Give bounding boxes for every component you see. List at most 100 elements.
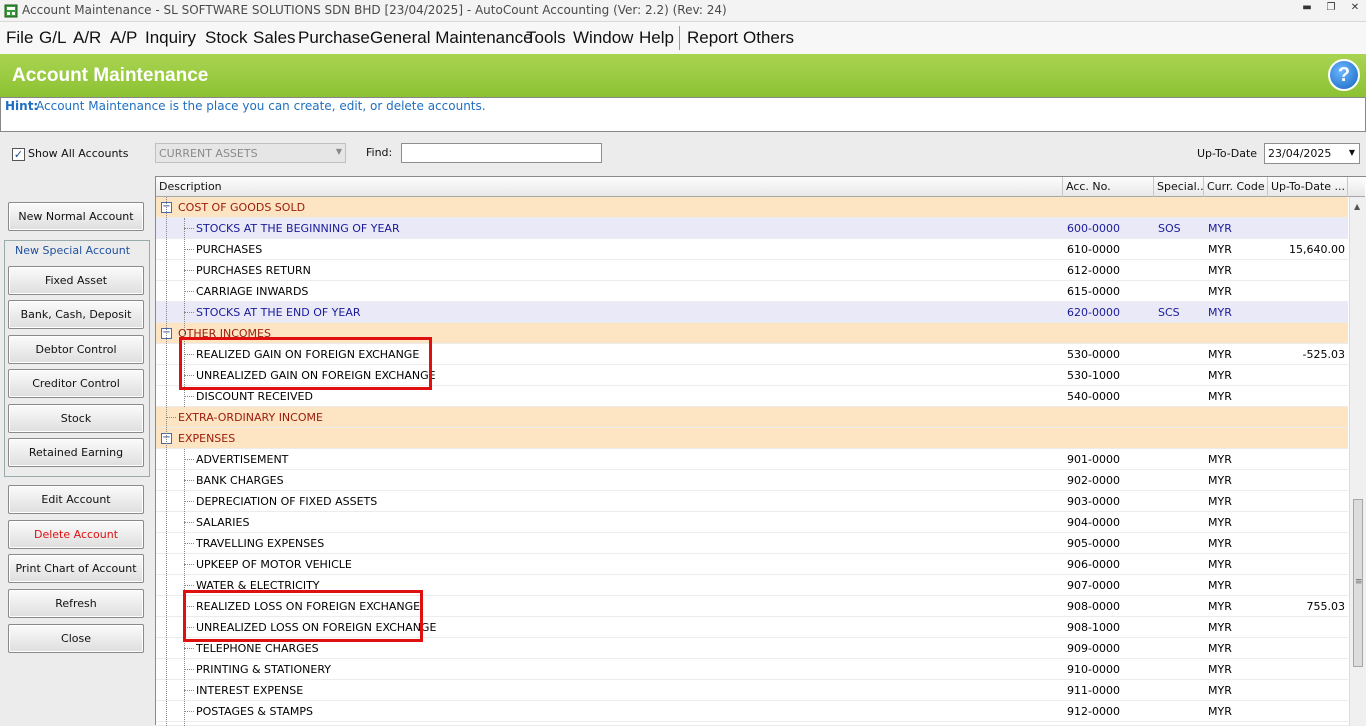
menu-purchase[interactable]: Purchase: [298, 28, 370, 48]
group-row[interactable]: − EXPENSES: [156, 428, 1348, 449]
retained-earning-button[interactable]: Retained Earning: [8, 438, 144, 467]
description-cell: BANK CHARGES: [196, 474, 284, 487]
table-row[interactable]: PRINTING & STATIONERY 910-0000 MYR: [156, 659, 1348, 680]
menu-ap[interactable]: A/P: [110, 28, 137, 48]
curr-code-cell: MYR: [1208, 243, 1232, 256]
chevron-down-icon: ▼: [335, 147, 342, 156]
menu-help[interactable]: Help: [639, 28, 674, 48]
column-header-description[interactable]: Description: [156, 177, 1063, 197]
description-cell: TRAVELLING EXPENSES: [196, 537, 325, 550]
close-icon[interactable]: ✕: [1350, 2, 1360, 13]
curr-code-cell: MYR: [1208, 705, 1232, 718]
table-row[interactable]: DEPRECIATION OF FIXED ASSETS 903-0000 MYR: [156, 491, 1348, 512]
account-tree-grid[interactable]: Description Acc. No. Special... Curr. Co…: [155, 176, 1366, 726]
curr-code-cell: MYR: [1208, 222, 1232, 235]
curr-code-cell: MYR: [1208, 516, 1232, 529]
table-row[interactable]: BANK CHARGES 902-0000 MYR: [156, 470, 1348, 491]
tree-connector: [166, 417, 176, 418]
group-row[interactable]: EXTRA-ORDINARY INCOME: [156, 407, 1348, 428]
minimize-icon[interactable]: ▬: [1302, 2, 1312, 13]
column-header-up-to-date[interactable]: Up-To-Date ...: [1268, 177, 1348, 197]
menu-gl[interactable]: G/L: [39, 28, 66, 48]
acc-no-cell: 909-0000: [1067, 642, 1120, 655]
find-input[interactable]: [401, 143, 602, 163]
show-all-accounts-checkbox[interactable]: ✓: [12, 148, 25, 161]
table-row[interactable]: CARRIAGE INWARDS 615-0000 MYR: [156, 281, 1348, 302]
delete-account-button[interactable]: Delete Account: [8, 520, 144, 549]
acc-no-cell: 530-0000: [1067, 348, 1120, 361]
menu-others[interactable]: Others: [743, 28, 794, 48]
menu-tools[interactable]: Tools: [526, 28, 566, 48]
curr-code-cell: MYR: [1208, 453, 1232, 466]
table-row[interactable]: PURCHASES RETURN 612-0000 MYR: [156, 260, 1348, 281]
menu-general-maintenance[interactable]: General Maintenance: [370, 28, 533, 48]
special-cell: SCS: [1158, 306, 1180, 319]
curr-code-cell: MYR: [1208, 621, 1232, 634]
print-chart-of-account-button[interactable]: Print Chart of Account: [8, 554, 144, 583]
creditor-control-button[interactable]: Creditor Control: [8, 369, 144, 398]
tree-line: [166, 197, 167, 726]
stock-button[interactable]: Stock: [8, 404, 144, 433]
menu-file[interactable]: File: [6, 28, 33, 48]
close-button[interactable]: Close: [8, 624, 144, 653]
restore-icon[interactable]: ❐: [1326, 2, 1336, 13]
acc-no-cell: 902-0000: [1067, 474, 1120, 487]
page-header: Account Maintenance ?: [0, 54, 1366, 97]
up-to-date-cell: [1245, 428, 1345, 449]
table-row[interactable]: TRAVELLING EXPENSES 905-0000 MYR: [156, 533, 1348, 554]
account-type-value: CURRENT ASSETS: [159, 147, 258, 160]
table-row[interactable]: UPKEEP OF MOTOR VEHICLE 906-0000 MYR: [156, 554, 1348, 575]
menu-window[interactable]: Window: [573, 28, 633, 48]
up-to-date-cell: [1245, 260, 1345, 281]
table-row[interactable]: POSTAGES & STAMPS 912-0000 MYR: [156, 701, 1348, 722]
curr-code-cell: MYR: [1208, 306, 1232, 319]
up-to-date-cell: [1245, 491, 1345, 512]
up-to-date-cell: [1245, 281, 1345, 302]
vertical-scrollbar[interactable]: ▲ ≡: [1349, 197, 1366, 726]
table-row[interactable]: INTEREST EXPENSE 911-0000 MYR: [156, 680, 1348, 701]
title-bar: Account Maintenance - SL SOFTWARE SOLUTI…: [0, 0, 1366, 22]
menu-stock[interactable]: Stock: [205, 28, 248, 48]
edit-account-button[interactable]: Edit Account: [8, 485, 144, 514]
table-row[interactable]: ADVERTISEMENT 901-0000 MYR: [156, 449, 1348, 470]
chevron-down-icon[interactable]: ▼: [1349, 148, 1355, 157]
table-row[interactable]: STOCKS AT THE END OF YEAR 620-0000 SCS MYR: [156, 302, 1348, 323]
up-to-date-cell: [1245, 449, 1345, 470]
refresh-button[interactable]: Refresh: [8, 589, 144, 618]
column-header-special[interactable]: Special...: [1154, 177, 1204, 197]
up-to-date-cell: [1245, 470, 1345, 491]
app-icon: [4, 4, 18, 18]
acc-no-cell: 620-0000: [1067, 306, 1120, 319]
menu-report[interactable]: Report: [687, 28, 738, 48]
menu-sales[interactable]: Sales: [253, 28, 296, 48]
special-cell: SOS: [1158, 222, 1181, 235]
up-to-date-picker[interactable]: 23/04/2025 ▼: [1264, 143, 1360, 164]
description-cell: EXTRA-ORDINARY INCOME: [178, 411, 323, 424]
description-cell: STOCKS AT THE END OF YEAR: [196, 306, 361, 319]
menu-inquiry[interactable]: Inquiry: [145, 28, 196, 48]
help-icon[interactable]: ?: [1328, 59, 1360, 91]
table-row[interactable]: PURCHASES 610-0000 MYR 15,640.00: [156, 239, 1348, 260]
description-cell: STOCKS AT THE BEGINNING OF YEAR: [196, 222, 400, 235]
menu-ar[interactable]: A/R: [73, 28, 101, 48]
fixed-asset-button[interactable]: Fixed Asset: [8, 266, 144, 295]
up-to-date-label: Up-To-Date: [1197, 147, 1258, 160]
table-row[interactable]: SALARIES 904-0000 MYR: [156, 512, 1348, 533]
debtor-control-button[interactable]: Debtor Control: [8, 335, 144, 364]
description-cell: PURCHASES: [196, 243, 263, 256]
group-row[interactable]: − COST OF GOODS SOLD: [156, 197, 1348, 218]
new-normal-account-button[interactable]: New Normal Account: [8, 202, 144, 231]
scroll-up-icon[interactable]: ▲: [1354, 202, 1360, 211]
tree-connector: [184, 480, 194, 481]
description-cell: DEPRECIATION OF FIXED ASSETS: [196, 495, 378, 508]
highlight-box-foreign-exchange-gain: [179, 337, 432, 390]
acc-no-cell: 904-0000: [1067, 516, 1120, 529]
tree-connector: [184, 585, 194, 586]
tree-line: [184, 449, 185, 726]
column-header-acc-no[interactable]: Acc. No.: [1063, 177, 1154, 197]
up-to-date-cell: [1245, 365, 1345, 386]
column-header-curr-code[interactable]: Curr. Code: [1204, 177, 1268, 197]
bank-cash-deposit-button[interactable]: Bank, Cash, Deposit: [8, 300, 144, 329]
table-row[interactable]: STOCKS AT THE BEGINNING OF YEAR 600-0000 S…: [156, 218, 1348, 239]
highlight-box-foreign-exchange-loss: [183, 590, 423, 642]
